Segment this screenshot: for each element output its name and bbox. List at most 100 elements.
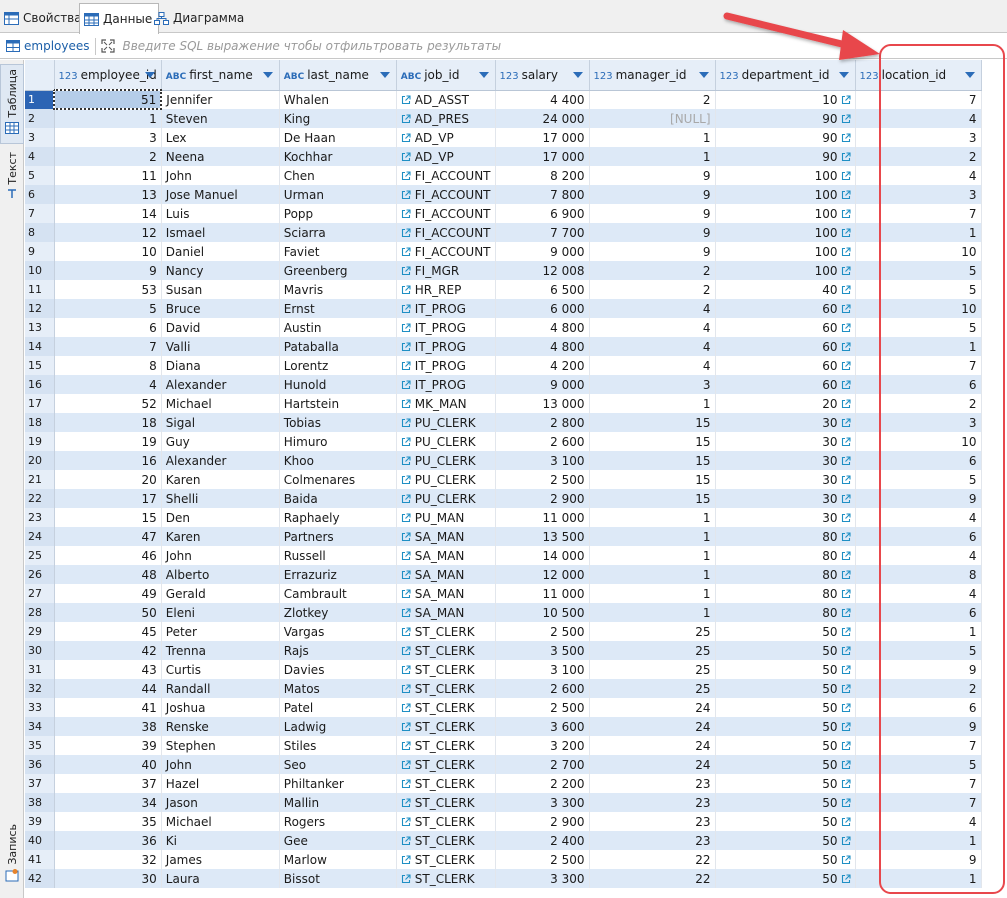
first-name-cell[interactable]: Jennifer xyxy=(161,90,280,109)
sort-dropdown-icon[interactable] xyxy=(144,72,155,78)
salary-cell[interactable]: 11 000 xyxy=(495,584,590,603)
department-id-cell[interactable]: 60 xyxy=(715,318,856,337)
first-name-cell[interactable]: Sigal xyxy=(161,413,280,432)
manager-id-cell[interactable]: 1 xyxy=(589,565,716,584)
table-row[interactable]: 19 19 Guy Himuro PU_CLERK 2 600 15 30 10 xyxy=(25,432,982,451)
row-number[interactable]: 31 xyxy=(25,660,55,679)
foreign-key-link-icon[interactable] xyxy=(401,835,411,846)
employee-id-cell[interactable]: 19 xyxy=(54,432,162,451)
department-id-cell[interactable]: 80 xyxy=(715,527,856,546)
row-number[interactable]: 21 xyxy=(25,470,55,489)
job-id-cell[interactable]: FI_MGR xyxy=(396,261,496,280)
department-id-cell[interactable]: 100 xyxy=(715,242,856,261)
last-name-cell[interactable]: Stiles xyxy=(279,736,397,755)
salary-cell[interactable]: 2 600 xyxy=(495,432,590,451)
first-name-cell[interactable]: Renske xyxy=(161,717,280,736)
job-id-cell[interactable]: ST_CLERK xyxy=(396,869,496,888)
manager-id-cell[interactable]: 9 xyxy=(589,204,716,223)
salary-cell[interactable]: 14 000 xyxy=(495,546,590,565)
employee-id-cell[interactable]: 37 xyxy=(54,774,162,793)
first-name-cell[interactable]: Alexander xyxy=(161,451,280,470)
foreign-key-link-icon[interactable] xyxy=(841,227,851,238)
department-id-cell[interactable]: 100 xyxy=(715,204,856,223)
department-id-cell[interactable]: 50 xyxy=(715,793,856,812)
manager-id-cell[interactable]: 23 xyxy=(589,774,716,793)
salary-cell[interactable]: 3 600 xyxy=(495,717,590,736)
employee-id-cell[interactable]: 14 xyxy=(54,204,162,223)
manager-id-cell[interactable]: 4 xyxy=(589,356,716,375)
salary-cell[interactable]: 11 000 xyxy=(495,508,590,527)
foreign-key-link-icon[interactable] xyxy=(841,189,851,200)
location-id-cell[interactable]: 9 xyxy=(855,717,982,736)
salary-cell[interactable]: 3 500 xyxy=(495,641,590,660)
foreign-key-link-icon[interactable] xyxy=(401,474,411,485)
department-id-cell[interactable]: 50 xyxy=(715,679,856,698)
first-name-cell[interactable]: Ki xyxy=(161,831,280,850)
table-row[interactable]: 5 11 John Chen FI_ACCOUNT 8 200 9 100 4 xyxy=(25,166,982,185)
department-id-cell[interactable]: 50 xyxy=(715,698,856,717)
manager-id-cell[interactable]: 24 xyxy=(589,736,716,755)
foreign-key-link-icon[interactable] xyxy=(841,626,851,637)
salary-cell[interactable]: 9 000 xyxy=(495,242,590,261)
foreign-key-link-icon[interactable] xyxy=(401,265,411,276)
foreign-key-link-icon[interactable] xyxy=(841,95,851,105)
location-id-cell[interactable]: 6 xyxy=(855,451,982,470)
last-name-cell[interactable]: Greenberg xyxy=(279,261,397,280)
table-row[interactable]: 4 2 Neena Kochhar AD_VP 17 000 1 90 2 xyxy=(25,147,982,166)
employee-id-cell[interactable]: 6 xyxy=(54,318,162,337)
foreign-key-link-icon[interactable] xyxy=(401,721,411,732)
table-row[interactable]: 34 38 Renske Ladwig ST_CLERK 3 600 24 50 9 xyxy=(25,717,982,736)
location-id-cell[interactable]: 5 xyxy=(855,755,982,774)
table-row[interactable]: 33 41 Joshua Patel ST_CLERK 2 500 24 50 6 xyxy=(25,698,982,717)
first-name-cell[interactable]: Susan xyxy=(161,280,280,299)
foreign-key-link-icon[interactable] xyxy=(841,322,851,333)
foreign-key-link-icon[interactable] xyxy=(841,740,851,751)
manager-id-cell[interactable]: 25 xyxy=(589,622,716,641)
row-number[interactable]: 17 xyxy=(25,394,55,413)
last-name-cell[interactable]: Zlotkey xyxy=(279,603,397,622)
side-tab-text[interactable]: Текст xyxy=(0,152,24,208)
department-id-cell[interactable]: 100 xyxy=(715,185,856,204)
salary-cell[interactable]: 2 500 xyxy=(495,622,590,641)
salary-cell[interactable]: 4 800 xyxy=(495,318,590,337)
department-id-cell[interactable]: 30 xyxy=(715,489,856,508)
first-name-cell[interactable]: Karen xyxy=(161,527,280,546)
job-id-cell[interactable]: AD_ASST xyxy=(396,90,496,109)
table-row[interactable]: 26 48 Alberto Errazuriz SA_MAN 12 000 1 80 8 xyxy=(25,565,982,584)
department-id-cell[interactable]: 50 xyxy=(715,717,856,736)
first-name-cell[interactable]: Peter xyxy=(161,622,280,641)
row-number[interactable]: 41 xyxy=(25,850,55,869)
foreign-key-link-icon[interactable] xyxy=(401,303,411,314)
salary-cell[interactable]: 3 200 xyxy=(495,736,590,755)
last-name-cell[interactable]: Mavris xyxy=(279,280,397,299)
last-name-cell[interactable]: Hartstein xyxy=(279,394,397,413)
last-name-cell[interactable]: Russell xyxy=(279,546,397,565)
salary-cell[interactable]: 2 800 xyxy=(495,413,590,432)
job-id-cell[interactable]: IT_PROG xyxy=(396,299,496,318)
table-row[interactable]: 29 45 Peter Vargas ST_CLERK 2 500 25 50 1 xyxy=(25,622,982,641)
last-name-cell[interactable]: Ernst xyxy=(279,299,397,318)
first-name-cell[interactable]: Curtis xyxy=(161,660,280,679)
location-id-cell[interactable]: 1 xyxy=(855,622,982,641)
manager-id-cell[interactable]: 4 xyxy=(589,299,716,318)
table-row[interactable]: 31 43 Curtis Davies ST_CLERK 3 100 25 50 9 xyxy=(25,660,982,679)
foreign-key-link-icon[interactable] xyxy=(401,854,411,865)
foreign-key-link-icon[interactable] xyxy=(841,208,851,219)
department-id-cell[interactable]: 50 xyxy=(715,736,856,755)
last-name-cell[interactable]: Ladwig xyxy=(279,717,397,736)
foreign-key-link-icon[interactable] xyxy=(841,474,851,485)
location-id-cell[interactable]: 6 xyxy=(855,527,982,546)
table-row[interactable]: 10 9 Nancy Greenberg FI_MGR 12 008 2 100 5 xyxy=(25,261,982,280)
table-row[interactable]: 18 18 Sigal Tobias PU_CLERK 2 800 15 30 3 xyxy=(25,413,982,432)
job-id-cell[interactable]: ST_CLERK xyxy=(396,831,496,850)
department-id-cell[interactable]: 50 xyxy=(715,831,856,850)
last-name-cell[interactable]: De Haan xyxy=(279,128,397,147)
foreign-key-link-icon[interactable] xyxy=(841,360,851,371)
table-row[interactable]: 13 6 David Austin IT_PROG 4 800 4 60 5 xyxy=(25,318,982,337)
department-id-cell[interactable]: 30 xyxy=(715,470,856,489)
job-id-cell[interactable]: PU_CLERK xyxy=(396,451,496,470)
job-id-cell[interactable]: SA_MAN xyxy=(396,603,496,622)
job-id-cell[interactable]: ST_CLERK xyxy=(396,698,496,717)
job-id-cell[interactable]: ST_CLERK xyxy=(396,717,496,736)
salary-cell[interactable]: 3 300 xyxy=(495,869,590,888)
